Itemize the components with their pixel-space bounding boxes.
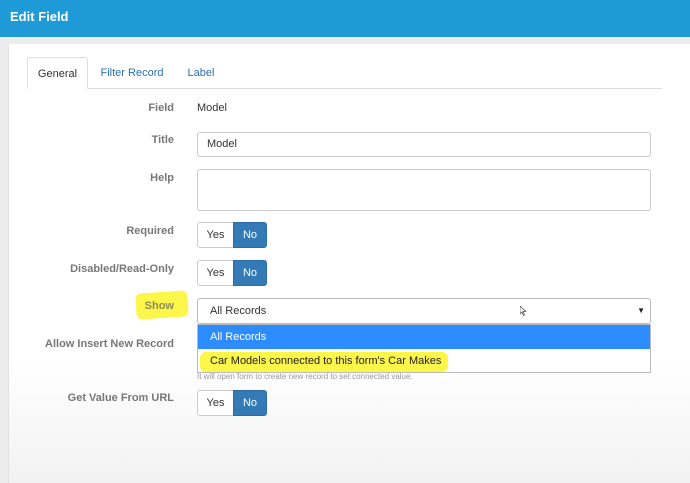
modal-header: Edit Field: [0, 0, 690, 37]
tab-filter-record[interactable]: Filter Record: [90, 57, 174, 89]
help-textarea[interactable]: [197, 169, 651, 211]
tab-label[interactable]: Label: [176, 57, 226, 89]
get-value-no-button[interactable]: No: [233, 390, 267, 416]
title-label: Title: [151, 134, 174, 146]
disabled-label: Disabled/Read-Only: [70, 263, 174, 275]
disabled-no-button[interactable]: No: [233, 260, 267, 286]
required-no-button[interactable]: No: [233, 222, 267, 248]
allow-insert-hint: It will open form to create new record t…: [197, 372, 413, 381]
disabled-yes-button[interactable]: Yes: [197, 260, 234, 286]
tab-general[interactable]: General: [27, 57, 88, 89]
show-label: Show: [144, 300, 174, 312]
show-select-value: All Records: [210, 305, 267, 317]
help-label: Help: [150, 172, 174, 184]
get-value-yes-button[interactable]: Yes: [197, 390, 234, 416]
allow-insert-label: Allow Insert New Record: [45, 338, 174, 350]
dropdown-option-car-models[interactable]: Car Models connected to this form's Car …: [198, 349, 650, 373]
required-label: Required: [126, 225, 174, 237]
show-select[interactable]: All Records ▼: [197, 298, 651, 324]
field-label: Field: [148, 102, 174, 114]
mouse-cursor-icon: [520, 306, 526, 316]
title-input[interactable]: Model: [197, 132, 651, 157]
show-dropdown-list: All Records Car Models connected to this…: [197, 324, 651, 373]
dropdown-option-all-records[interactable]: All Records: [198, 325, 650, 349]
chevron-down-icon: ▼: [637, 306, 645, 315]
required-yes-button[interactable]: Yes: [197, 222, 234, 248]
modal-title: Edit Field: [10, 9, 69, 24]
get-value-label: Get Value From URL: [67, 392, 174, 404]
field-value: Model: [197, 102, 227, 114]
